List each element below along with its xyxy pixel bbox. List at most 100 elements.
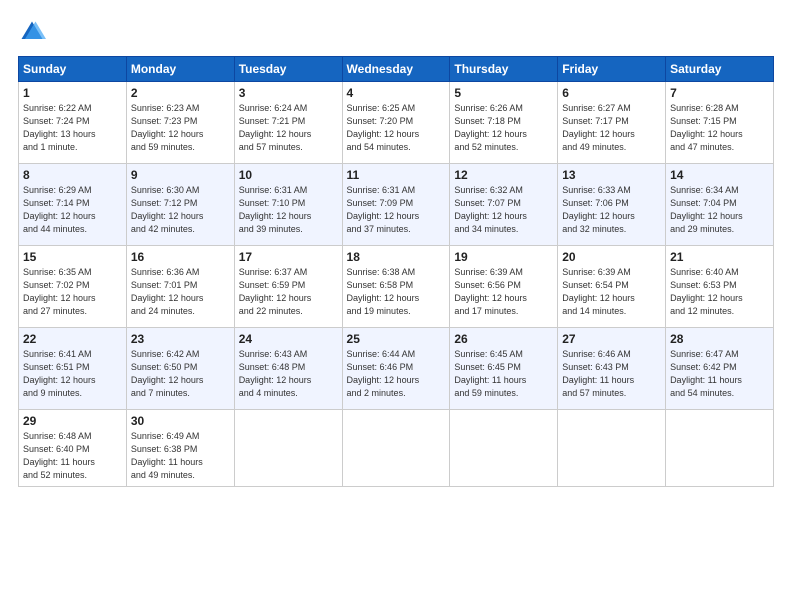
table-row xyxy=(666,410,774,487)
table-row: 5Sunrise: 6:26 AMSunset: 7:18 PMDaylight… xyxy=(450,82,558,164)
col-monday: Monday xyxy=(126,57,234,82)
day-info: Sunrise: 6:29 AMSunset: 7:14 PMDaylight:… xyxy=(23,184,122,236)
day-info: Sunrise: 6:30 AMSunset: 7:12 PMDaylight:… xyxy=(131,184,230,236)
page: Sunday Monday Tuesday Wednesday Thursday… xyxy=(0,0,792,612)
day-number: 19 xyxy=(454,250,553,264)
table-row: 17 Sunrise: 6:37 AMSunset: 6:59 PMDayligh… xyxy=(234,246,342,328)
week-row-3: 15 Sunrise: 6:35 AMSunset: 7:02 PMDayligh… xyxy=(19,246,774,328)
col-tuesday: Tuesday xyxy=(234,57,342,82)
table-row: 9 Sunrise: 6:30 AMSunset: 7:12 PMDaylight… xyxy=(126,164,234,246)
day-info: Sunrise: 6:22 AMSunset: 7:24 PMDaylight:… xyxy=(23,102,122,154)
day-number: 22 xyxy=(23,332,122,346)
table-row: 23 Sunrise: 6:42 AMSunset: 6:50 PMDayligh… xyxy=(126,328,234,410)
day-number: 14 xyxy=(670,168,769,182)
day-number: 24 xyxy=(239,332,338,346)
day-number: 3 xyxy=(239,86,338,100)
logo xyxy=(18,18,50,46)
day-number: 6 xyxy=(562,86,661,100)
table-row: 3 Sunrise: 6:24 AMSunset: 7:21 PMDaylight… xyxy=(234,82,342,164)
day-info: Sunrise: 6:39 AMSunset: 6:56 PMDaylight:… xyxy=(454,266,553,318)
day-number: 17 xyxy=(239,250,338,264)
day-info: Sunrise: 6:36 AMSunset: 7:01 PMDaylight:… xyxy=(131,266,230,318)
day-number: 8 xyxy=(23,168,122,182)
day-info: Sunrise: 6:31 AMSunset: 7:10 PMDaylight:… xyxy=(239,184,338,236)
day-number: 25 xyxy=(347,332,446,346)
table-row: 8 Sunrise: 6:29 AMSunset: 7:14 PMDaylight… xyxy=(19,164,127,246)
table-row: 25 Sunrise: 6:44 AMSunset: 6:46 PMDayligh… xyxy=(342,328,450,410)
table-row: 15 Sunrise: 6:35 AMSunset: 7:02 PMDayligh… xyxy=(19,246,127,328)
day-info: Sunrise: 6:37 AMSunset: 6:59 PMDaylight:… xyxy=(239,266,338,318)
day-info: Sunrise: 6:25 AMSunset: 7:20 PMDaylight:… xyxy=(347,102,446,154)
day-number: 15 xyxy=(23,250,122,264)
day-info: Sunrise: 6:46 AMSunset: 6:43 PMDaylight:… xyxy=(562,348,661,400)
day-number: 16 xyxy=(131,250,230,264)
col-sunday: Sunday xyxy=(19,57,127,82)
day-info: Sunrise: 6:23 AMSunset: 7:23 PMDaylight:… xyxy=(131,102,230,154)
table-row xyxy=(342,410,450,487)
table-row: 18 Sunrise: 6:38 AMSunset: 6:58 PMDayligh… xyxy=(342,246,450,328)
day-number: 21 xyxy=(670,250,769,264)
logo-icon xyxy=(18,18,46,46)
day-info: Sunrise: 6:48 AMSunset: 6:40 PMDaylight:… xyxy=(23,430,122,482)
day-info: Sunrise: 6:31 AMSunset: 7:09 PMDaylight:… xyxy=(347,184,446,236)
day-number: 23 xyxy=(131,332,230,346)
day-number: 10 xyxy=(239,168,338,182)
col-friday: Friday xyxy=(558,57,666,82)
week-row-5: 29Sunrise: 6:48 AMSunset: 6:40 PMDayligh… xyxy=(19,410,774,487)
table-row: 30Sunrise: 6:49 AMSunset: 6:38 PMDayligh… xyxy=(126,410,234,487)
day-info: Sunrise: 6:33 AMSunset: 7:06 PMDaylight:… xyxy=(562,184,661,236)
table-row: 7Sunrise: 6:28 AMSunset: 7:15 PMDaylight… xyxy=(666,82,774,164)
week-row-1: 1 Sunrise: 6:22 AMSunset: 7:24 PMDaylight… xyxy=(19,82,774,164)
table-row: 28 Sunrise: 6:47 AMSunset: 6:42 PMDayligh… xyxy=(666,328,774,410)
day-number: 5 xyxy=(454,86,553,100)
day-info: Sunrise: 6:42 AMSunset: 6:50 PMDaylight:… xyxy=(131,348,230,400)
day-info: Sunrise: 6:35 AMSunset: 7:02 PMDaylight:… xyxy=(23,266,122,318)
table-row: 4 Sunrise: 6:25 AMSunset: 7:20 PMDaylight… xyxy=(342,82,450,164)
table-row: 24 Sunrise: 6:43 AMSunset: 6:48 PMDayligh… xyxy=(234,328,342,410)
col-wednesday: Wednesday xyxy=(342,57,450,82)
day-info: Sunrise: 6:47 AMSunset: 6:42 PMDaylight:… xyxy=(670,348,769,400)
day-number: 11 xyxy=(347,168,446,182)
day-info: Sunrise: 6:43 AMSunset: 6:48 PMDaylight:… xyxy=(239,348,338,400)
table-row: 21Sunrise: 6:40 AMSunset: 6:53 PMDayligh… xyxy=(666,246,774,328)
table-row: 10 Sunrise: 6:31 AMSunset: 7:10 PMDayligh… xyxy=(234,164,342,246)
table-row: 22 Sunrise: 6:41 AMSunset: 6:51 PMDayligh… xyxy=(19,328,127,410)
day-number: 12 xyxy=(454,168,553,182)
day-info: Sunrise: 6:41 AMSunset: 6:51 PMDaylight:… xyxy=(23,348,122,400)
day-number: 30 xyxy=(131,414,230,428)
header-row: Sunday Monday Tuesday Wednesday Thursday… xyxy=(19,57,774,82)
table-row xyxy=(450,410,558,487)
table-row xyxy=(234,410,342,487)
day-number: 4 xyxy=(347,86,446,100)
table-row: 2Sunrise: 6:23 AMSunset: 7:23 PMDaylight… xyxy=(126,82,234,164)
day-info: Sunrise: 6:39 AMSunset: 6:54 PMDaylight:… xyxy=(562,266,661,318)
day-info: Sunrise: 6:28 AMSunset: 7:15 PMDaylight:… xyxy=(670,102,769,154)
day-info: Sunrise: 6:24 AMSunset: 7:21 PMDaylight:… xyxy=(239,102,338,154)
table-row: 12 Sunrise: 6:32 AMSunset: 7:07 PMDayligh… xyxy=(450,164,558,246)
table-row: 29Sunrise: 6:48 AMSunset: 6:40 PMDayligh… xyxy=(19,410,127,487)
day-number: 18 xyxy=(347,250,446,264)
day-number: 20 xyxy=(562,250,661,264)
table-row: 13 Sunrise: 6:33 AMSunset: 7:06 PMDayligh… xyxy=(558,164,666,246)
table-row: 20 Sunrise: 6:39 AMSunset: 6:54 PMDayligh… xyxy=(558,246,666,328)
day-number: 9 xyxy=(131,168,230,182)
day-number: 26 xyxy=(454,332,553,346)
day-info: Sunrise: 6:45 AMSunset: 6:45 PMDaylight:… xyxy=(454,348,553,400)
week-row-4: 22 Sunrise: 6:41 AMSunset: 6:51 PMDayligh… xyxy=(19,328,774,410)
day-number: 1 xyxy=(23,86,122,100)
table-row: 19 Sunrise: 6:39 AMSunset: 6:56 PMDayligh… xyxy=(450,246,558,328)
day-info: Sunrise: 6:27 AMSunset: 7:17 PMDaylight:… xyxy=(562,102,661,154)
day-info: Sunrise: 6:38 AMSunset: 6:58 PMDaylight:… xyxy=(347,266,446,318)
day-info: Sunrise: 6:34 AMSunset: 7:04 PMDaylight:… xyxy=(670,184,769,236)
table-row: 16 Sunrise: 6:36 AMSunset: 7:01 PMDayligh… xyxy=(126,246,234,328)
day-info: Sunrise: 6:32 AMSunset: 7:07 PMDaylight:… xyxy=(454,184,553,236)
day-number: 13 xyxy=(562,168,661,182)
calendar-table: Sunday Monday Tuesday Wednesday Thursday… xyxy=(18,56,774,487)
day-number: 28 xyxy=(670,332,769,346)
col-thursday: Thursday xyxy=(450,57,558,82)
day-info: Sunrise: 6:44 AMSunset: 6:46 PMDaylight:… xyxy=(347,348,446,400)
table-row: 1 Sunrise: 6:22 AMSunset: 7:24 PMDaylight… xyxy=(19,82,127,164)
week-row-2: 8 Sunrise: 6:29 AMSunset: 7:14 PMDaylight… xyxy=(19,164,774,246)
table-row: 26 Sunrise: 6:45 AMSunset: 6:45 PMDayligh… xyxy=(450,328,558,410)
table-row: 11 Sunrise: 6:31 AMSunset: 7:09 PMDayligh… xyxy=(342,164,450,246)
